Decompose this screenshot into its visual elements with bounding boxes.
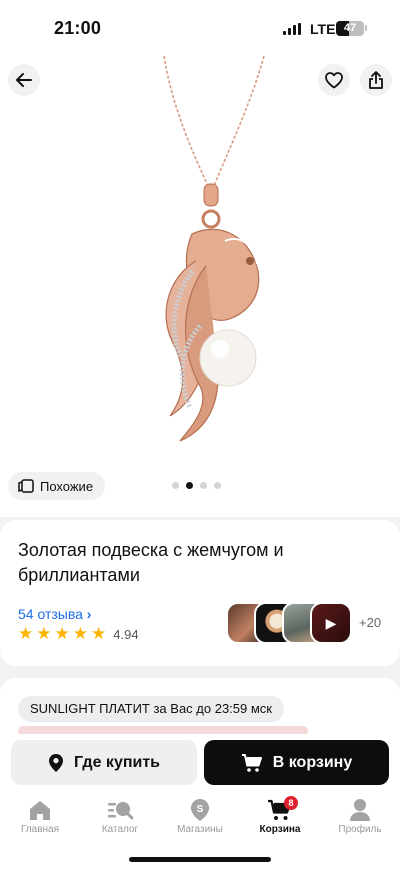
add-to-cart-label: В корзину: [272, 753, 353, 771]
tab-home[interactable]: Главная: [0, 796, 80, 835]
signal-icon: [283, 23, 303, 35]
star-icon: ★: [18, 624, 34, 643]
gallery-dot[interactable]: [200, 482, 207, 489]
gallery-dot-active[interactable]: [186, 482, 193, 489]
home-indicator: [129, 857, 271, 862]
similar-button[interactable]: Похожие: [8, 472, 106, 500]
where-to-buy-button[interactable]: Где купить: [11, 740, 197, 785]
product-info-card: Золотая подвеска с жемчугом и бриллианта…: [0, 520, 400, 666]
tab-cart[interactable]: 8 Корзина: [240, 796, 320, 835]
action-row: Где купить В корзину: [0, 734, 400, 800]
gallery-dot[interactable]: [214, 482, 221, 489]
battery-level: 47: [343, 22, 357, 34]
rating-value: 4.94: [113, 626, 139, 642]
tab-label: Магазины: [177, 824, 223, 835]
share-icon: [369, 71, 383, 89]
promo-chip[interactable]: SUNLIGHT ПЛАТИТ за Вас до 23:59 мск: [18, 696, 284, 722]
cart-badge: 8: [284, 796, 298, 810]
review-video-thumb[interactable]: ▶: [310, 602, 352, 644]
cart-icon: [241, 753, 262, 772]
cards-icon: [18, 479, 34, 493]
share-button[interactable]: [360, 64, 392, 96]
gallery-pagination: [172, 482, 221, 489]
tab-label: Главная: [20, 824, 60, 835]
play-icon: ▶: [325, 614, 337, 631]
add-to-cart-button[interactable]: В корзину: [204, 740, 389, 785]
home-icon: [30, 801, 50, 820]
reviews-link[interactable]: 54 отзыва ›: [18, 606, 91, 622]
tab-catalog[interactable]: Каталог: [80, 796, 160, 835]
star-icon: ★: [72, 624, 88, 643]
star-icon: ★: [91, 624, 107, 643]
network-type: LTE: [310, 21, 336, 37]
back-button[interactable]: [8, 64, 40, 96]
gallery-dot[interactable]: [172, 482, 179, 489]
status-time: 21:00: [54, 18, 102, 38]
product-image: [163, 56, 265, 442]
store-pin-icon: S: [191, 799, 209, 821]
reviews-label: 54 отзыва: [18, 606, 83, 622]
favorite-button[interactable]: [318, 64, 350, 96]
more-media-count[interactable]: +20: [359, 615, 381, 630]
rating-stars: ★ ★ ★ ★ ★ 4.94: [18, 625, 139, 643]
svg-text:S: S: [197, 804, 204, 815]
location-pin-icon: [48, 753, 63, 772]
where-to-buy-label: Где купить: [73, 753, 161, 771]
star-icon: ★: [54, 624, 70, 643]
status-bar: 21:00 LTE 47: [0, 0, 400, 56]
arrow-left-icon: [16, 73, 32, 87]
product-title: Золотая подвеска с жемчугом и бриллианта…: [18, 540, 284, 585]
tab-label: Профиль: [338, 824, 382, 835]
battery-tip: [365, 25, 367, 31]
tab-label: Корзина: [259, 824, 301, 835]
tab-stores[interactable]: S Магазины: [160, 796, 240, 835]
star-icon: ★: [36, 624, 52, 643]
chevron-right-icon: ›: [86, 606, 92, 622]
review-media-thumbnails[interactable]: ▶: [226, 602, 356, 644]
similar-label: Похожие: [40, 478, 94, 494]
product-gallery[interactable]: Похожие: [0, 56, 400, 517]
tab-profile[interactable]: Профиль: [320, 796, 400, 835]
heart-icon: [325, 72, 343, 89]
catalog-search-icon: [108, 802, 133, 820]
tab-label: Каталог: [101, 824, 139, 835]
battery-icon: 47: [336, 21, 364, 36]
profile-icon: [350, 799, 370, 821]
